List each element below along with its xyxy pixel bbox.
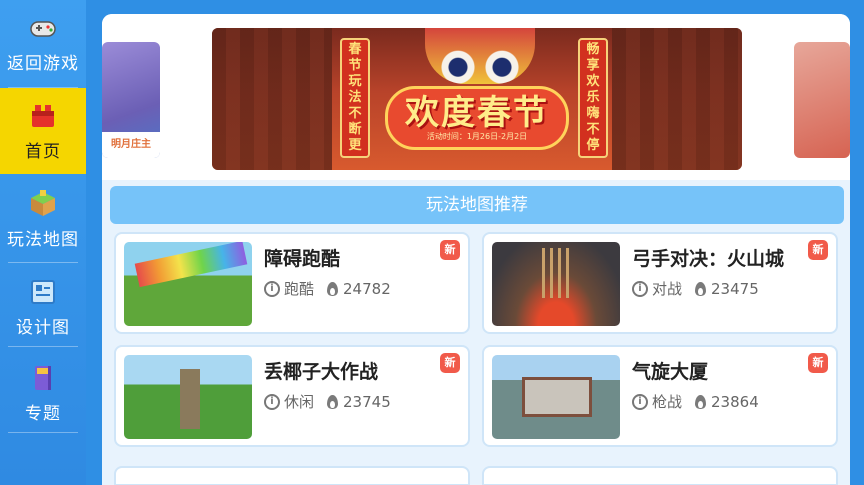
sidebar: 返回游戏 首页 玩法地图 设计图 专题 — [0, 0, 86, 485]
map-category: 对战 — [652, 280, 683, 298]
map-thumbnail — [492, 355, 620, 439]
sidebar-item-label: 专题 — [25, 403, 61, 424]
gamepad-icon — [28, 13, 58, 43]
map-name: 障碍跑酷 — [264, 248, 341, 270]
banner-title: 欢度春节 — [405, 93, 549, 133]
lion-dance-head — [425, 28, 535, 84]
banner-title-box: 欢度春节 活动时间：1月26日-2月2日 — [385, 86, 569, 150]
map-meta: i 休闲 23745 — [264, 391, 391, 412]
sidebar-item-label: 首页 — [25, 141, 61, 162]
sidebar-item-blueprints[interactable]: 设计图 — [0, 264, 86, 350]
category-info-icon: i — [632, 280, 648, 297]
map-meta: i 对战 23475 — [632, 278, 759, 299]
map-heat: 23475 — [711, 279, 759, 298]
map-meta: i 枪战 23864 — [632, 391, 759, 412]
blueprint-book-icon — [28, 277, 58, 307]
map-card[interactable]: 弓手对决：火山城 i 对战 23475 新 — [482, 232, 838, 334]
map-name: 弓手对决：火山城 — [632, 248, 785, 270]
new-badge: 新 — [440, 240, 460, 260]
map-category: 休闲 — [284, 393, 315, 411]
sidebar-item-label: 设计图 — [16, 317, 70, 338]
map-heat: 24782 — [343, 279, 391, 298]
decor — [212, 28, 332, 170]
new-badge: 新 — [808, 240, 828, 260]
sidebar-item-home[interactable]: 首页 — [0, 88, 86, 174]
sidebar-item-label: 返回游戏 — [7, 53, 79, 74]
map-card-partial[interactable] — [482, 466, 838, 485]
banner-next-card[interactable] — [794, 42, 850, 158]
decor — [612, 28, 742, 170]
main-panel: 明月庄主 春节玩法不断更 畅享欢乐嗨不停 欢度春节 活动时间：1月26日-2月2… — [102, 14, 850, 485]
sidebar-item-maps[interactable]: 玩法地图 — [0, 176, 86, 262]
map-name: 气旋大厦 — [632, 361, 709, 383]
spring-festival-banner[interactable]: 春节玩法不断更 畅享欢乐嗨不停 欢度春节 活动时间：1月26日-2月2日 — [212, 28, 742, 170]
banner-prev-caption: 明月庄主 — [102, 132, 160, 158]
map-meta: i 跑酷 24782 — [264, 278, 391, 299]
banner-right-pill: 畅享欢乐嗨不停 — [578, 38, 608, 158]
category-info-icon: i — [632, 393, 648, 410]
map-category: 枪战 — [652, 393, 683, 411]
map-card-partial[interactable] — [114, 466, 470, 485]
map-thumbnail — [492, 242, 620, 326]
topic-book-icon — [28, 363, 58, 393]
map-blocks-icon — [28, 189, 58, 219]
fire-icon — [694, 280, 707, 297]
divider — [8, 262, 78, 263]
sidebar-item-back-to-game[interactable]: 返回游戏 — [0, 0, 86, 86]
banner-carousel: 明月庄主 春节玩法不断更 畅享欢乐嗨不停 欢度春节 活动时间：1月26日-2月2… — [102, 14, 850, 180]
banner-left-pill: 春节玩法不断更 — [340, 38, 370, 158]
map-card[interactable]: 气旋大厦 i 枪战 23864 新 — [482, 345, 838, 447]
map-thumbnail — [124, 242, 252, 326]
section-title: 玩法地图推荐 — [110, 186, 844, 224]
map-category: 跑酷 — [284, 280, 315, 298]
fire-icon — [326, 393, 339, 410]
category-info-icon: i — [264, 393, 280, 410]
map-heat: 23745 — [343, 392, 391, 411]
divider — [8, 432, 78, 433]
new-badge: 新 — [808, 353, 828, 373]
category-info-icon: i — [264, 280, 280, 297]
map-card[interactable]: 障碍跑酷 i 跑酷 24782 新 — [114, 232, 470, 334]
banner-prev-card[interactable]: 明月庄主 — [102, 42, 160, 158]
map-thumbnail — [124, 355, 252, 439]
divider — [8, 346, 78, 347]
sidebar-item-label: 玩法地图 — [7, 229, 79, 250]
fire-icon — [326, 280, 339, 297]
home-icon — [28, 101, 58, 131]
map-name: 丢椰子大作战 — [264, 361, 379, 383]
map-heat: 23864 — [711, 392, 759, 411]
map-card[interactable]: 丢椰子大作战 i 休闲 23745 新 — [114, 345, 470, 447]
new-badge: 新 — [440, 353, 460, 373]
sidebar-item-topics[interactable]: 专题 — [0, 350, 86, 436]
fire-icon — [694, 393, 707, 410]
